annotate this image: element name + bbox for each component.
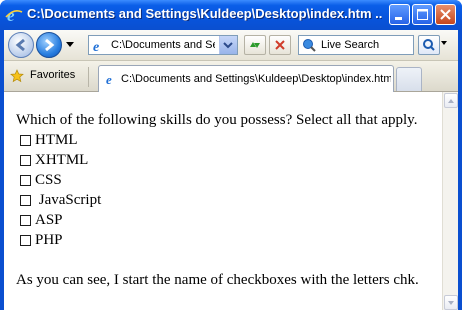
minimize-button[interactable] [389, 4, 410, 25]
window-border-right [458, 30, 462, 310]
note-text: As you can see, I start the name of chec… [16, 272, 419, 288]
scroll-down-button[interactable] [444, 295, 458, 310]
browser-window: e C:\Documents and Settings\Kuldeep\Desk… [0, 0, 462, 310]
checkbox-php[interactable] [20, 234, 31, 246]
history-dropdown-icon[interactable] [66, 42, 74, 47]
tab-bar: Favorites e C:\Documents and Settings\Ku… [4, 61, 458, 92]
close-button[interactable] [435, 4, 456, 25]
option-label: HTML [35, 132, 78, 148]
window-title: C:\Documents and Settings\Kuldeep\Deskto… [27, 6, 382, 21]
close-icon [440, 9, 451, 20]
option-label: CSS [35, 172, 62, 188]
maximize-button[interactable] [412, 4, 433, 25]
minimize-icon [395, 17, 402, 20]
page-icon: e [93, 40, 99, 53]
option-xhtml: XHTML [16, 150, 419, 170]
tab-title: C:\Documents and Settings\Kuldeep\Deskto… [121, 73, 391, 85]
svg-text:e: e [106, 72, 112, 86]
option-asp: ASP [16, 210, 419, 230]
option-label: PHP [35, 232, 63, 248]
refresh-icon [250, 42, 260, 48]
option-css: CSS [16, 170, 419, 190]
address-bar[interactable]: e C:\Documents and Set [88, 35, 238, 55]
option-label: XHTML [35, 152, 89, 168]
tab-page-icon: e [106, 72, 112, 86]
vertical-scrollbar[interactable] [442, 92, 458, 310]
scroll-up-button[interactable] [444, 93, 458, 108]
refresh-button[interactable] [244, 35, 266, 55]
favorites-button[interactable]: Favorites [30, 69, 75, 81]
browser-frame: e C:\Documents and Set Live Search Favor… [4, 30, 458, 310]
checkbox-css[interactable] [20, 174, 31, 186]
magnifier-icon [423, 39, 435, 51]
option-label: ASP [35, 212, 63, 228]
checkbox-javascript[interactable] [20, 194, 31, 206]
maximize-icon [417, 9, 428, 20]
option-label: JavaScript [35, 192, 102, 208]
option-html: HTML [16, 130, 419, 150]
address-input[interactable]: C:\Documents and Set [111, 39, 215, 51]
forward-arrow-icon [45, 38, 55, 52]
live-search-icon [303, 39, 316, 52]
checkbox-xhtml[interactable] [20, 154, 31, 166]
search-box[interactable]: Live Search [298, 35, 414, 55]
search-options-dropdown-icon[interactable] [441, 41, 447, 45]
page-content: Which of the following skills do you pos… [4, 92, 442, 310]
checkbox-html[interactable] [20, 134, 31, 146]
back-arrow-icon [15, 38, 25, 52]
favorites-star-icon [10, 69, 24, 83]
tab-active[interactable]: e C:\Documents and Settings\Kuldeep\Desk… [98, 65, 394, 92]
toolbar-separator [88, 67, 89, 87]
svg-text:e: e [93, 40, 99, 53]
option-javascript: JavaScript [16, 190, 419, 210]
option-php: PHP [16, 230, 419, 250]
title-bar[interactable]: e C:\Documents and Settings\Kuldeep\Desk… [0, 0, 462, 30]
checkbox-asp[interactable] [20, 214, 31, 226]
stop-button[interactable] [269, 35, 291, 55]
ie-logo-icon: e [5, 6, 23, 24]
new-tab-button[interactable] [396, 67, 422, 91]
chevron-down-icon [223, 42, 233, 49]
stop-icon [275, 40, 285, 50]
search-input[interactable]: Live Search [321, 39, 379, 51]
forward-button[interactable] [36, 32, 62, 58]
search-button[interactable] [418, 35, 440, 55]
navigation-toolbar: e C:\Documents and Set Live Search [4, 30, 458, 61]
address-dropdown-button[interactable] [219, 36, 237, 54]
back-button[interactable] [8, 32, 34, 58]
question-text: Which of the following skills do you pos… [16, 112, 418, 128]
